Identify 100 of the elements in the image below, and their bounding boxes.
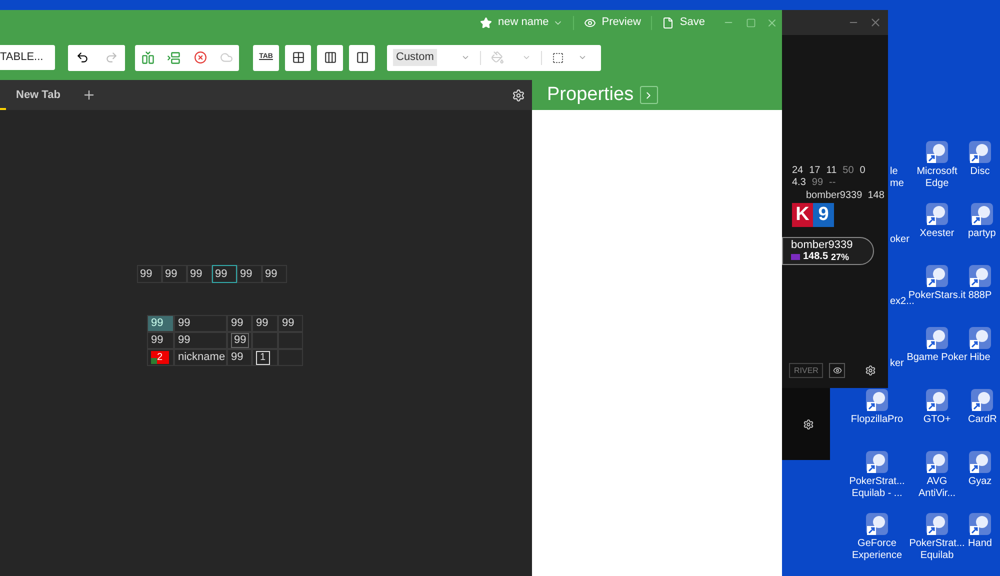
app-shortcut-icon[interactable] [968, 450, 992, 474]
desktop-icon-label[interactable]: PokerStrat... Equilab [909, 538, 965, 562]
table-cell[interactable]: 99 [227, 349, 252, 366]
app-shortcut-icon[interactable] [968, 326, 992, 350]
app-shortcut-icon[interactable] [925, 450, 949, 474]
app-shortcut-icon[interactable] [865, 512, 889, 536]
desktop-icon-label[interactable]: FlopzillaPro [850, 414, 904, 426]
table-cell[interactable]: 99 [174, 332, 227, 349]
caret-icon [522, 53, 531, 62]
app-shortcut-icon[interactable] [970, 388, 994, 412]
fill-color-dropdown[interactable] [490, 51, 531, 64]
settings-icon[interactable] [512, 88, 525, 102]
undo-icon [76, 51, 89, 64]
star-icon [480, 16, 492, 28]
cell-text: 99 [151, 316, 164, 332]
cell-text: 99 [231, 316, 244, 332]
eye-button[interactable] [829, 363, 846, 378]
app-shortcut-icon[interactable] [968, 140, 992, 164]
desktop-icon-label[interactable]: Disc [970, 166, 990, 178]
split-button[interactable] [349, 44, 375, 70]
desktop-icon-label[interactable]: PokerStrat... Equilab - ... [849, 476, 905, 500]
stat-value: 24 [792, 165, 804, 177]
table-cell[interactable]: 99 [212, 265, 237, 283]
close-icon[interactable] [869, 16, 882, 29]
playing-card: K [792, 203, 813, 227]
app-shortcut-icon[interactable] [925, 326, 949, 350]
desktop-icon-label[interactable]: Xeester [920, 228, 954, 240]
split-columns-icon [356, 51, 368, 64]
desktop-icon-label[interactable]: Microsoft Edge [916, 166, 958, 190]
app-shortcut-icon[interactable] [968, 512, 992, 536]
desktop-icon-label[interactable]: Bgame Poker [906, 352, 968, 364]
settings-icon[interactable] [803, 418, 814, 430]
desktop-icon-label[interactable]: le me [890, 166, 904, 190]
caret-icon [578, 53, 587, 62]
desktop-icon-label[interactable]: AVG AntiVir... [918, 476, 956, 500]
columns-button[interactable] [317, 44, 343, 70]
stat-value: 99 [812, 177, 824, 189]
app-shortcut-icon[interactable] [925, 202, 949, 226]
table-cell[interactable]: 99 [147, 332, 174, 349]
desktop-icon-label[interactable]: ex2... [890, 296, 914, 308]
cell-text: 99 [231, 333, 250, 348]
app-shortcut-icon[interactable] [925, 264, 949, 288]
redo-icon [104, 51, 118, 64]
desktop-icon-label[interactable]: CardR [968, 414, 997, 426]
table-cell[interactable]: 99 [278, 315, 303, 332]
desktop-icon-label[interactable]: partyp [968, 228, 996, 240]
desktop-icon-label[interactable]: GeForce Experience [852, 538, 902, 562]
cell-text: 99 [151, 333, 164, 348]
insert-column-icon [141, 50, 155, 64]
tab[interactable]: New Tab [16, 80, 60, 110]
cell-text: 99 [256, 316, 268, 332]
caret-icon [460, 53, 470, 62]
table-cell[interactable]: 99 [227, 315, 252, 332]
grid-button[interactable] [285, 44, 311, 70]
table-button[interactable]: TABLE... [0, 45, 55, 70]
app-shortcut-icon[interactable] [925, 512, 949, 536]
app-shortcut-icon[interactable] [865, 388, 889, 412]
table-cell[interactable]: 99 [187, 265, 212, 283]
table-cell[interactable]: 99 [252, 315, 278, 332]
cell-text: nickname [178, 350, 226, 366]
table-cell[interactable]: 99 [147, 315, 174, 332]
seat-number: 1 [256, 350, 270, 364]
cell-text: 99 [178, 316, 190, 332]
stat-value: 11 [826, 165, 837, 177]
desktop-icon-label[interactable]: Hand [968, 538, 992, 550]
table-cell[interactable]: 1 [252, 349, 278, 366]
desktop-icon-label[interactable]: oker [890, 234, 910, 246]
stat-value: -- [829, 177, 836, 189]
app-shortcut-icon[interactable] [925, 140, 949, 164]
desktop-icon-label[interactable]: Gyaz [968, 476, 992, 488]
eye-icon [584, 16, 596, 28]
table-cell[interactable]: 2 [147, 349, 174, 366]
table-cell[interactable]: nickname [174, 349, 227, 366]
cell-text: 99 [165, 266, 178, 282]
stat-value: 17 [809, 165, 820, 177]
border-dropdown[interactable] [552, 52, 587, 64]
app-shortcut-icon[interactable] [925, 388, 949, 412]
table-cell[interactable]: 99 [174, 315, 227, 332]
app-shortcut-icon[interactable] [865, 450, 889, 474]
border-icon [552, 52, 564, 64]
table-cell[interactable]: 99 [137, 265, 162, 283]
table-cell[interactable]: 99 [227, 332, 252, 349]
desktop-icon-label[interactable]: ker [890, 358, 904, 370]
cell-text: 99 [190, 266, 202, 282]
table-cell[interactable]: 99 [237, 265, 262, 283]
app-shortcut-icon[interactable] [970, 202, 994, 226]
table-cell[interactable]: 99 [162, 265, 187, 283]
street-button[interactable]: RIVER [789, 363, 824, 378]
columns-icon [324, 51, 336, 64]
insert-row-icon [167, 50, 181, 64]
desktop-icon-label[interactable]: Hibe [970, 352, 990, 364]
desktop-icon-label[interactable]: GTO+ [923, 414, 951, 426]
table-cell[interactable]: 99 [262, 265, 287, 283]
flag-badge: 2 [151, 351, 169, 364]
desktop-icon-label[interactable]: 888P [968, 290, 992, 302]
settings-icon[interactable] [865, 365, 876, 376]
cell-text: 99 [140, 266, 152, 282]
add-tab-icon[interactable] [82, 88, 96, 102]
stat-value: 4.3 [792, 177, 806, 189]
app-shortcut-icon[interactable] [968, 264, 992, 288]
